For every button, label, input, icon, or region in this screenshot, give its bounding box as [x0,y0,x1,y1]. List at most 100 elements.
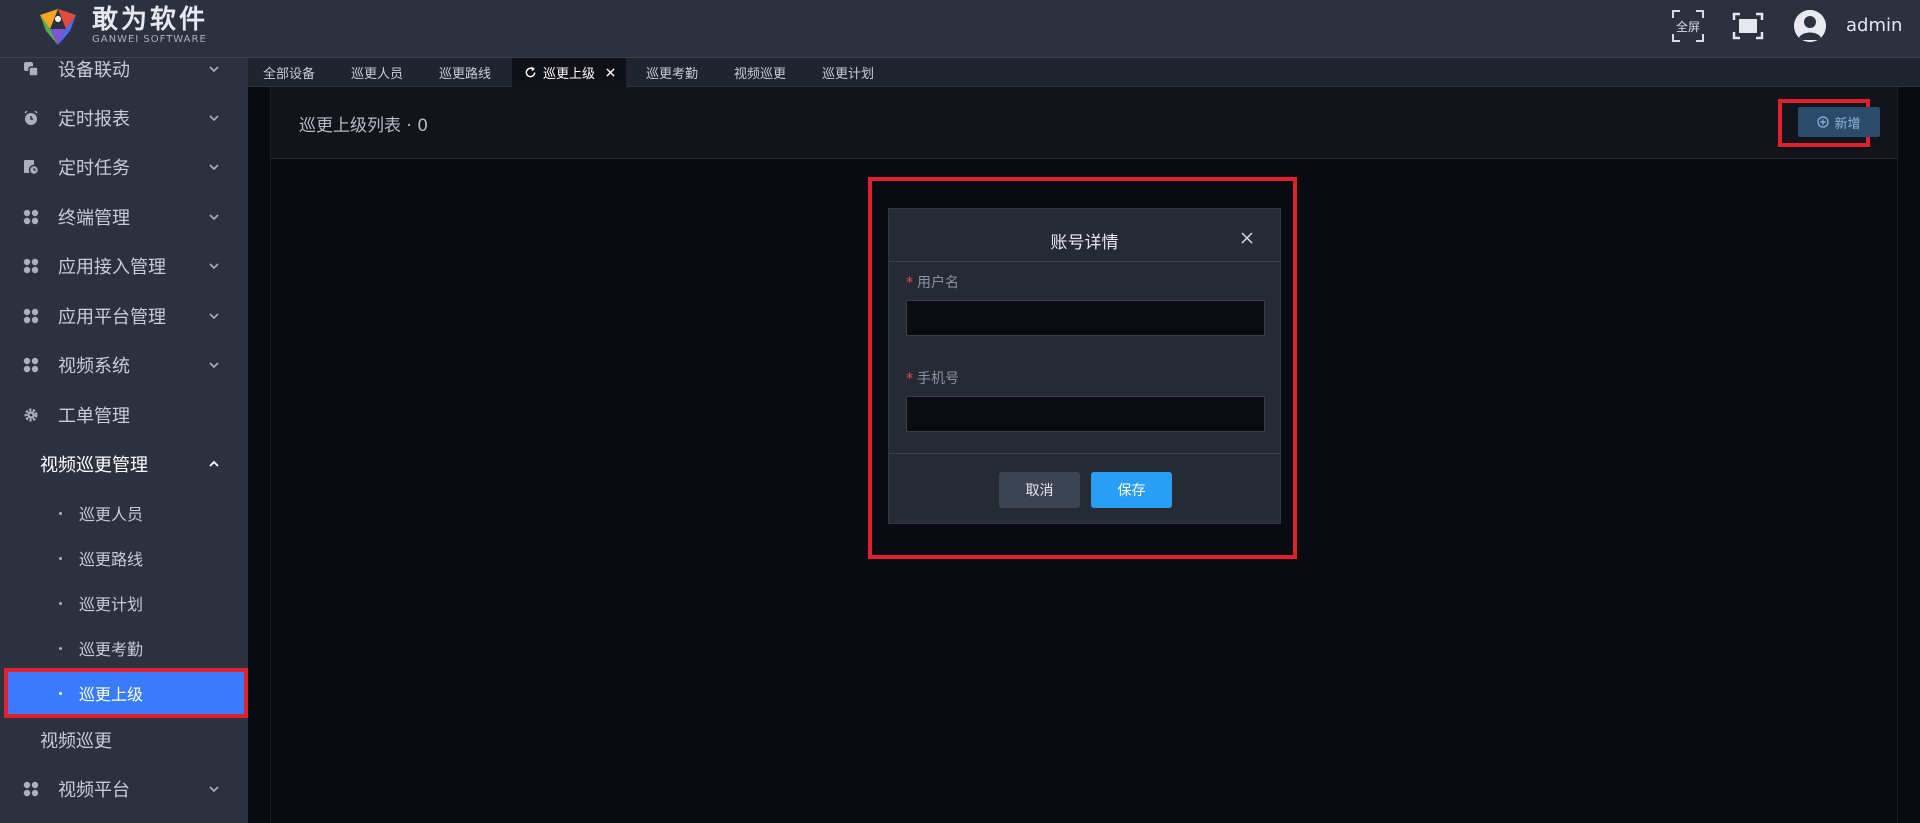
fullscreen-label: 全屏 [1675,19,1700,34]
sidebar-item-label: 终端管理 [58,208,130,229]
sidebar-subitem-patrol-staff[interactable]: 巡更人员 [4,491,248,535]
sidebar-subitem-patrol-route[interactable]: 巡更路线 [4,536,248,580]
list-header: 巡更上级列表 · 0 新增 [271,87,1897,159]
required-mark: * [906,371,913,387]
bullet-icon [59,556,62,560]
avatar[interactable] [1794,10,1826,42]
corner-icon [1696,34,1704,42]
sidebar-item-device-linkage[interactable]: 设备联动 [0,58,248,93]
alarm-clock-icon [24,110,38,125]
username-input[interactable] [906,300,1265,336]
sidebar-subitem-patrol-attendance[interactable]: 巡更考勤 [4,626,248,670]
sidebar-item-label: 应用接入管理 [58,257,166,278]
chevron-down-icon [209,214,219,221]
chevron-down-icon [209,66,219,73]
chevron-down-icon [209,313,219,320]
sidebar: 设备联动 定时报表 定时任务 终端管理 应用接入管理 应用平台管理 视频系统 工… [0,58,248,823]
close-icon[interactable] [605,67,616,78]
grid-icon [23,258,39,274]
sidebar-item-label: 工单管理 [58,406,130,427]
chevron-up-icon [209,460,219,467]
sidebar-item-label: 设备联动 [58,60,130,81]
link-devices-icon [24,62,39,77]
brand-subtitle: GANWEI SOFTWARE [92,34,207,45]
sidebar-item-label: 定时任务 [58,158,130,179]
sidebar-item-timed-task[interactable]: 定时任务 [0,143,248,191]
fullscreen-icon [1732,12,1764,40]
sidebar-item-app-access[interactable]: 应用接入管理 [0,242,248,290]
tab-patrol-superior[interactable]: 巡更上级 [512,58,627,87]
chevron-down-icon [209,786,219,793]
phone-input[interactable] [906,396,1265,432]
grid-icon [23,308,39,324]
refresh-icon[interactable] [524,66,537,79]
chevron-down-icon [209,115,219,122]
sidebar-item-terminal-management[interactable]: 终端管理 [0,193,248,241]
tab-label: 视频巡更 [734,67,787,82]
bullet-icon [59,601,62,605]
tab-label: 巡更上级 [543,67,596,82]
tab-patrol-plan[interactable]: 巡更计划 [822,58,874,87]
sidebar-group-video-patrol-management[interactable]: 视频巡更管理 [0,440,248,488]
add-button[interactable]: 新增 [1798,107,1880,137]
tab-patrol-attendance[interactable]: 巡更考勤 [646,58,698,87]
fullscreen-button[interactable] [1730,8,1766,44]
sidebar-item-label: 视频平台 [58,780,130,801]
sidebar-subitem-label: 巡更计划 [79,595,144,614]
chevron-down-icon [209,164,219,171]
grid-icon [23,357,39,373]
tab-label: 巡更计划 [822,67,875,82]
sidebar-subitem-label: 巡更人员 [79,505,144,524]
username-label: * 用户名 [906,275,959,291]
brand-name: 敢为软件 [92,5,209,35]
sidebar-item-app-platform[interactable]: 应用平台管理 [0,292,248,340]
dialog-divider [889,453,1280,454]
tab-patrol-route[interactable]: 巡更路线 [439,58,491,87]
bullet-icon [59,646,62,650]
sidebar-group-label: 视频巡更管理 [40,455,148,476]
sidebar-item-video-system[interactable]: 视频系统 [0,341,248,389]
sidebar-item-video-patrol[interactable]: 视频巡更 [0,716,248,764]
user-avatar-icon [1794,10,1826,42]
top-header: 敢为软件 GANWEI SOFTWARE 全屏 admin [0,0,1920,58]
phone-label: * 手机号 [906,371,959,387]
sidebar-item-timed-report[interactable]: 定时报表 [0,94,248,142]
corner-icon [1696,10,1704,18]
sidebar-item-label: 应用平台管理 [58,307,166,328]
sidebar-subitem-label: 巡更路线 [79,550,144,569]
chevron-down-icon [209,263,219,270]
list-title: 巡更上级列表 · 0 [299,116,429,136]
save-button[interactable]: 保存 [1091,472,1172,508]
username[interactable]: admin [1846,14,1902,38]
tab-video-patrol[interactable]: 视频巡更 [734,58,786,87]
task-clock-icon [24,160,39,175]
add-button-label: 新增 [1834,116,1861,132]
sidebar-item-label: 定时报表 [58,109,130,130]
sidebar-item-work-order[interactable]: 工单管理 [0,391,248,439]
ganwei-logo-icon [40,9,76,45]
grid-icon [23,781,39,797]
dialog-title: 账号详情 [1050,233,1119,253]
tab-label: 巡更路线 [439,67,492,82]
close-icon[interactable] [1241,232,1253,244]
tab-label: 巡更人员 [351,67,404,82]
bullet-icon [59,691,62,695]
chevron-down-icon [209,362,219,369]
tab-bar: 全部设备 巡更人员 巡更路线 巡更上级 巡更考勤 视频巡更 巡更计划 [248,58,1920,87]
sidebar-subitem-patrol-superior[interactable]: 巡更上级 [4,668,248,718]
sidebar-item-label: 视频巡更 [40,731,112,752]
tab-label: 巡更考勤 [646,67,699,82]
sidebar-item-video-platform[interactable]: 视频平台 [0,765,248,813]
corner-icon [1672,10,1680,18]
cancel-button[interactable]: 取消 [999,472,1080,508]
sidebar-subitem-patrol-plan[interactable]: 巡更计划 [4,581,248,625]
fullscreen-label-button[interactable]: 全屏 [1670,8,1706,44]
plus-circle-icon [1817,116,1830,128]
tab-all-devices[interactable]: 全部设备 [263,58,315,87]
sidebar-item-label: 视频系统 [58,356,130,377]
sidebar-subitem-label: 巡更上级 [79,685,144,704]
grid-icon [23,209,39,225]
dialog-header: 账号详情 [889,209,1280,262]
bullet-icon [59,511,62,515]
tab-patrol-staff[interactable]: 巡更人员 [351,58,403,87]
